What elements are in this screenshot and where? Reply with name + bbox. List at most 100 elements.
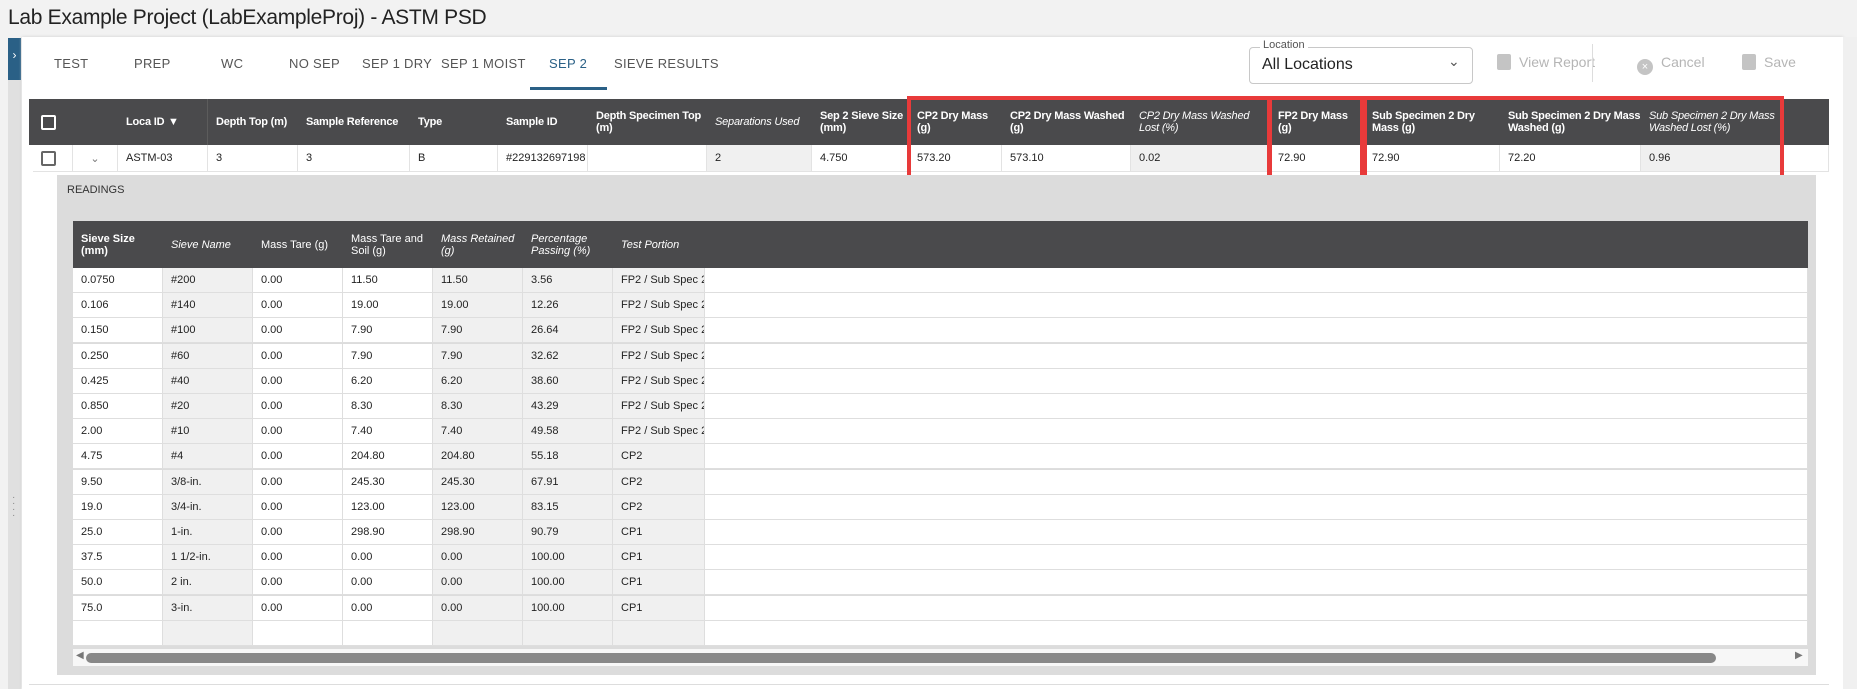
tab-sep-2[interactable]: SEP 2 (549, 56, 587, 71)
readings-cell[interactable]: 0.00 (253, 419, 343, 445)
readings-cell[interactable]: 0.106 (73, 293, 163, 319)
readings-cell[interactable] (73, 620, 163, 646)
readings-cell[interactable] (343, 620, 433, 646)
readings-cell[interactable]: 204.80 (343, 444, 433, 470)
readings-cell[interactable]: 0.00 (253, 520, 343, 545)
tab-test[interactable]: TEST (54, 56, 88, 71)
tab-sieve-results[interactable]: SIEVE RESULTS (614, 56, 719, 71)
column-header[interactable]: Sub Specimen 2 Dry Mass Washed Lost (%) (1641, 99, 1782, 145)
tab-wc[interactable]: WC (221, 56, 243, 71)
readings-cell[interactable]: 0.00 (253, 595, 343, 621)
column-header[interactable]: FP2 Dry Mass (g) (1270, 99, 1364, 145)
column-header[interactable]: Separations Used (707, 99, 812, 145)
readings-cell[interactable]: 0.250 (73, 343, 163, 369)
chevron-down-icon[interactable]: ⌄ (1448, 53, 1460, 70)
readings-cell[interactable]: 0.00 (343, 545, 433, 571)
expand-row-icon[interactable]: ⌄ (73, 145, 118, 172)
readings-cell[interactable]: 298.90 (343, 520, 433, 545)
next-grid-row (29, 684, 1829, 689)
readings-cell[interactable]: 0.00 (253, 293, 343, 319)
readings-cell[interactable]: 0.00 (253, 268, 343, 293)
grid-cell[interactable]: 72.90 (1270, 145, 1364, 172)
readings-cell[interactable]: 0.00 (253, 394, 343, 419)
readings-cell[interactable]: 7.40 (343, 419, 433, 445)
readings-cell[interactable]: 50.0 (73, 570, 163, 596)
column-header[interactable]: CP2 Dry Mass Washed (g) (1002, 99, 1131, 145)
readings-cell[interactable]: 0.00 (253, 570, 343, 596)
readings-cell[interactable]: 0.00 (253, 469, 343, 495)
column-header[interactable]: Sample Reference (298, 99, 410, 145)
column-header[interactable]: Sub Specimen 2 Dry Mass Washed (g) (1500, 99, 1641, 145)
readings-cell[interactable]: 0.00 (253, 368, 343, 394)
readings-cell[interactable]: 37.5 (73, 545, 163, 571)
readings-cell[interactable]: 123.00 (343, 494, 433, 520)
column-header[interactable]: Depth Specimen Top (m) (588, 99, 707, 145)
readings-cell[interactable]: 0.00 (253, 343, 343, 369)
sidebar-expand-button[interactable]: › (8, 38, 21, 80)
grid-cell[interactable]: 3 (298, 145, 410, 172)
page-scrollbar[interactable] (1843, 37, 1857, 689)
column-header[interactable]: Sep 2 Sieve Size (mm) (812, 99, 909, 145)
readings-cell[interactable]: 7.90 (343, 318, 433, 344)
tab-sep-1-dry[interactable]: SEP 1 DRY (362, 56, 432, 71)
scrollbar-thumb[interactable] (86, 653, 1716, 663)
column-header[interactable]: CP2 Dry Mass (g) (909, 99, 1002, 145)
readings-cell[interactable]: 7.90 (343, 343, 433, 369)
select-all-checkbox[interactable] (41, 114, 56, 130)
readings-cell: #140 (163, 293, 253, 319)
readings-cell[interactable]: 8.30 (343, 394, 433, 419)
readings-cell[interactable]: 6.20 (343, 368, 433, 394)
scroll-left-icon[interactable]: ◀ (76, 650, 84, 661)
readings-cell[interactable]: 75.0 (73, 595, 163, 621)
readings-cell[interactable]: 25.0 (73, 520, 163, 545)
grid-cell[interactable]: B (410, 145, 498, 172)
grid-cell[interactable]: 2 (707, 145, 812, 172)
grid-cell[interactable]: 72.90 (1364, 145, 1500, 172)
row-checkbox[interactable] (41, 150, 56, 166)
grid-cell[interactable]: ASTM-03 (118, 145, 208, 172)
grid-cell[interactable]: 4.750 (812, 145, 909, 172)
readings-cell[interactable]: 0.00 (253, 444, 343, 470)
active-tab-indicator (530, 87, 607, 90)
column-header[interactable]: Depth Top (m) (208, 99, 298, 145)
view-report-button[interactable]: View Report (1497, 54, 1595, 70)
tab-sep-1-moist[interactable]: SEP 1 MOIST (441, 56, 526, 71)
readings-cell[interactable]: 4.75 (73, 444, 163, 470)
resize-handle-icon[interactable]: · · · · (12, 493, 18, 521)
readings-cell[interactable]: 2.00 (73, 419, 163, 445)
readings-cell[interactable]: 245.30 (343, 469, 433, 495)
readings-cell[interactable]: 0.00 (343, 570, 433, 596)
readings-cell[interactable]: 19.00 (343, 293, 433, 319)
column-header[interactable]: Type (410, 99, 498, 145)
column-header[interactable]: Sample ID (498, 99, 588, 145)
grid-cell[interactable]: 573.10 (1002, 145, 1131, 172)
readings-cell[interactable] (253, 620, 343, 646)
column-header[interactable]: Sub Specimen 2 Dry Mass (g) (1364, 99, 1500, 145)
save-button[interactable]: Save (1742, 54, 1796, 70)
readings-cell: 7.90 (433, 318, 523, 344)
readings-cell[interactable]: 0.00 (343, 595, 433, 621)
readings-cell[interactable]: 0.0750 (73, 268, 163, 293)
tab-no-sep[interactable]: NO SEP (289, 56, 340, 71)
grid-cell[interactable]: 0.96 (1641, 145, 1782, 172)
grid-cell[interactable]: 3 (208, 145, 298, 172)
grid-cell[interactable]: 573.20 (909, 145, 1002, 172)
readings-cell[interactable]: 19.0 (73, 494, 163, 520)
readings-cell[interactable]: 0.850 (73, 394, 163, 419)
column-header[interactable]: CP2 Dry Mass Washed Lost (%) (1131, 99, 1270, 145)
readings-cell[interactable]: 11.50 (343, 268, 433, 293)
readings-cell[interactable]: 0.00 (253, 318, 343, 344)
grid-cell[interactable]: #229132697198 (498, 145, 588, 172)
readings-cell[interactable]: 0.150 (73, 318, 163, 344)
grid-cell[interactable]: 72.20 (1500, 145, 1641, 172)
readings-cell[interactable]: 0.425 (73, 368, 163, 394)
tab-prep[interactable]: PREP (134, 56, 171, 71)
cancel-button[interactable]: × Cancel (1637, 54, 1705, 75)
scroll-right-icon[interactable]: ▶ (1795, 650, 1803, 661)
readings-cell[interactable]: 9.50 (73, 469, 163, 495)
filter-icon[interactable]: ▼ (160, 99, 180, 145)
readings-cell[interactable]: 0.00 (253, 494, 343, 520)
grid-cell[interactable]: 0.02 (1131, 145, 1270, 172)
grid-cell[interactable] (588, 145, 707, 172)
readings-cell[interactable]: 0.00 (253, 545, 343, 571)
